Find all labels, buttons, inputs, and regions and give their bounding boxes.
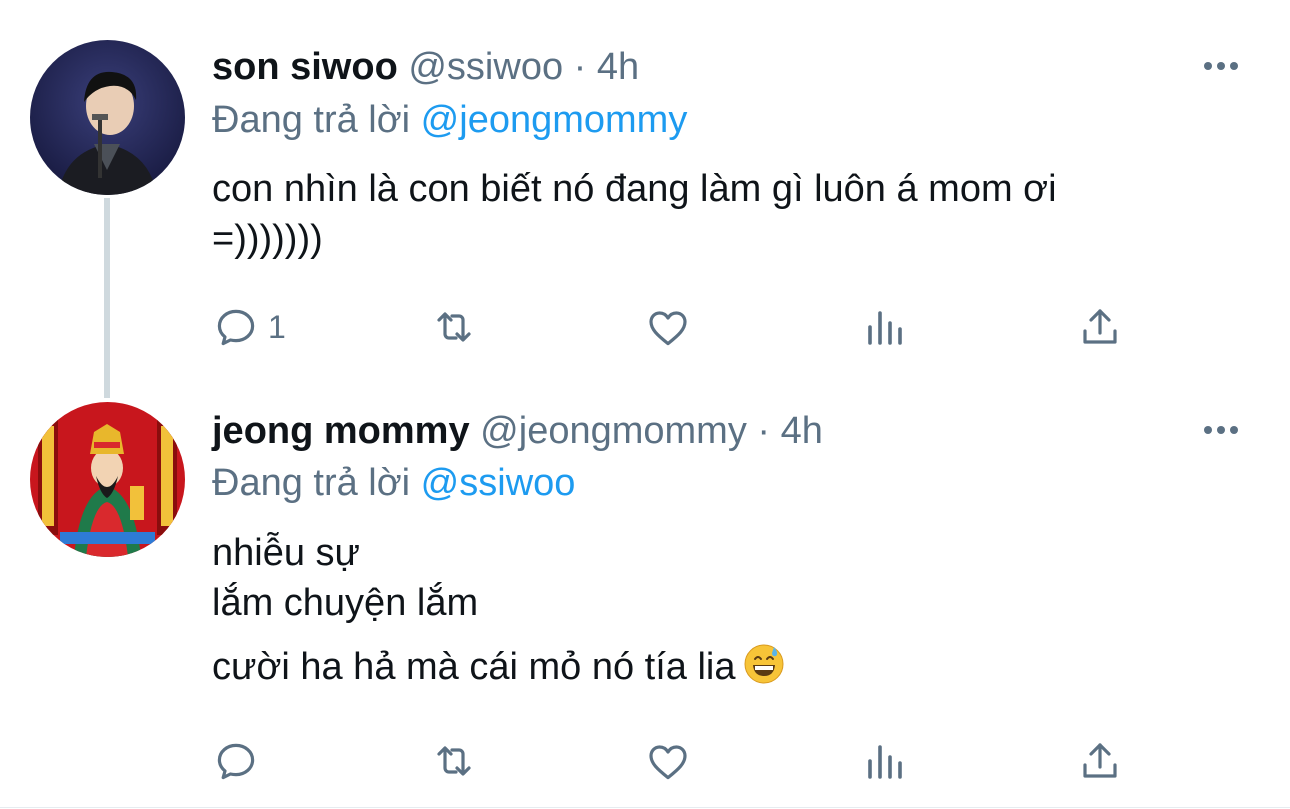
avatar[interactable] <box>30 40 185 195</box>
share-icon <box>1083 743 1117 778</box>
share-button[interactable] <box>1076 302 1124 352</box>
avatar[interactable] <box>30 402 185 557</box>
replying-to-label: Đang trả lời <box>212 99 411 141</box>
separator-dot: · <box>757 410 771 452</box>
tweet-actions: 1 <box>212 302 1122 352</box>
tweet-text-line: =))))))) <box>212 218 323 260</box>
reply-count: 1 <box>268 308 286 345</box>
heart-icon <box>649 745 687 780</box>
share-icon <box>1083 309 1117 344</box>
retweet-button[interactable] <box>430 302 478 352</box>
reply-button[interactable]: 1 <box>212 302 286 352</box>
tweet-text-line: con nhìn là con biết nó đang làm gì luôn… <box>212 168 1057 210</box>
share-button[interactable] <box>1076 736 1124 786</box>
tweet-text-line: cười ha hả mà cái mỏ nó tía lia <box>212 642 785 698</box>
retweet-icon <box>437 312 471 342</box>
user-handle[interactable]: @jeongmommy <box>480 410 747 452</box>
separator-dot: · <box>573 46 587 88</box>
grinning-sweat-emoji-icon <box>743 643 785 698</box>
like-button[interactable] <box>644 302 692 352</box>
tweet-header: jeong mommy @jeongmommy · 4h <box>212 408 823 454</box>
timestamp[interactable]: 4h <box>597 46 639 88</box>
replying-to-label: Đang trả lời <box>212 462 411 504</box>
tweet-1[interactable]: son siwoo @ssiwoo · 4h Đang trả lời @jeo… <box>0 0 1290 390</box>
display-name[interactable]: jeong mommy <box>212 410 470 452</box>
more-options-icon[interactable] <box>1204 426 1238 434</box>
replying-to-mention[interactable]: @jeongmommy <box>421 99 688 141</box>
tweet-text-line-content: cười ha hả mà cái mỏ nó tía lia <box>212 646 736 688</box>
tweet-text: con nhìn là con biết nó đang làm gì luôn… <box>212 164 1057 264</box>
like-button[interactable] <box>644 736 692 786</box>
reply-icon <box>217 743 255 780</box>
retweet-button[interactable] <box>430 736 478 786</box>
timestamp[interactable]: 4h <box>781 410 823 452</box>
tweet-2[interactable]: jeong mommy @jeongmommy · 4h Đang trả lờ… <box>0 390 1290 809</box>
tweet-header: son siwoo @ssiwoo · 4h <box>212 44 639 90</box>
user-handle[interactable]: @ssiwoo <box>408 46 563 88</box>
analytics-icon <box>868 745 902 779</box>
bottom-divider <box>0 807 1290 808</box>
display-name[interactable]: son siwoo <box>212 46 398 88</box>
tweet-text: nhiễu sự lắm chuyện lắm cười ha hả mà cá… <box>212 528 785 698</box>
heart-icon <box>649 311 687 346</box>
reply-icon <box>217 309 255 346</box>
replying-to-mention[interactable]: @ssiwoo <box>421 462 576 504</box>
replying-to: Đang trả lời @ssiwoo <box>212 460 575 506</box>
tweet-actions <box>212 736 1122 786</box>
reply-button[interactable] <box>212 736 268 786</box>
more-options-icon[interactable] <box>1204 62 1238 70</box>
tweet-text-line: lắm chuyện lắm <box>212 582 479 624</box>
analytics-icon <box>868 311 902 345</box>
tweet-text-line: nhiễu sự <box>212 532 360 574</box>
analytics-button[interactable] <box>862 736 910 786</box>
analytics-button[interactable] <box>862 302 910 352</box>
replying-to: Đang trả lời @jeongmommy <box>212 97 687 143</box>
retweet-icon <box>437 746 471 776</box>
